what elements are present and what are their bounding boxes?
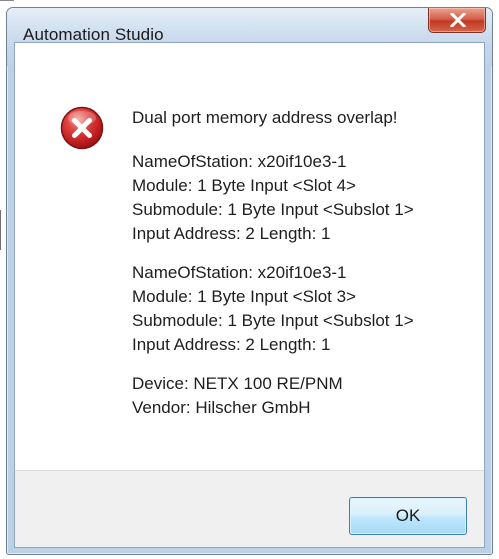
message-line: NameOfStation: x20if10e3-1 xyxy=(132,263,347,282)
message-line: Vendor: Hilscher GmbH xyxy=(132,398,311,417)
message-line: Submodule: 1 Byte Input <Subslot 1> xyxy=(132,200,414,219)
message-line: Module: 1 Byte Input <Slot 4> xyxy=(132,176,356,195)
background-edge xyxy=(0,210,1,250)
message-line: Submodule: 1 Byte Input <Subslot 1> xyxy=(132,311,414,330)
dialog-body: Dual port memory address overlap! NameOf… xyxy=(14,42,485,548)
background-edge xyxy=(0,0,14,1)
message-line: Module: 1 Byte Input <Slot 3> xyxy=(132,287,356,306)
message-dialog: Automation Studio Dual port memory addre… xyxy=(6,7,493,555)
close-button[interactable] xyxy=(428,8,486,33)
screen: Automation Studio Dual port memory addre… xyxy=(0,0,499,559)
button-bar: OK xyxy=(15,470,484,547)
close-icon xyxy=(450,13,466,27)
message-line: Input Address: 2 Length: 1 xyxy=(132,224,331,243)
message-line: NameOfStation: x20if10e3-1 xyxy=(132,152,347,171)
ok-button[interactable]: OK xyxy=(349,497,467,535)
error-icon xyxy=(60,106,104,150)
message-text: Dual port memory address overlap! NameOf… xyxy=(132,106,414,420)
message-heading: Dual port memory address overlap! xyxy=(132,108,398,127)
message-line: Input Address: 2 Length: 1 xyxy=(132,335,331,354)
message-line: Device: NETX 100 RE/PNM xyxy=(132,374,343,393)
